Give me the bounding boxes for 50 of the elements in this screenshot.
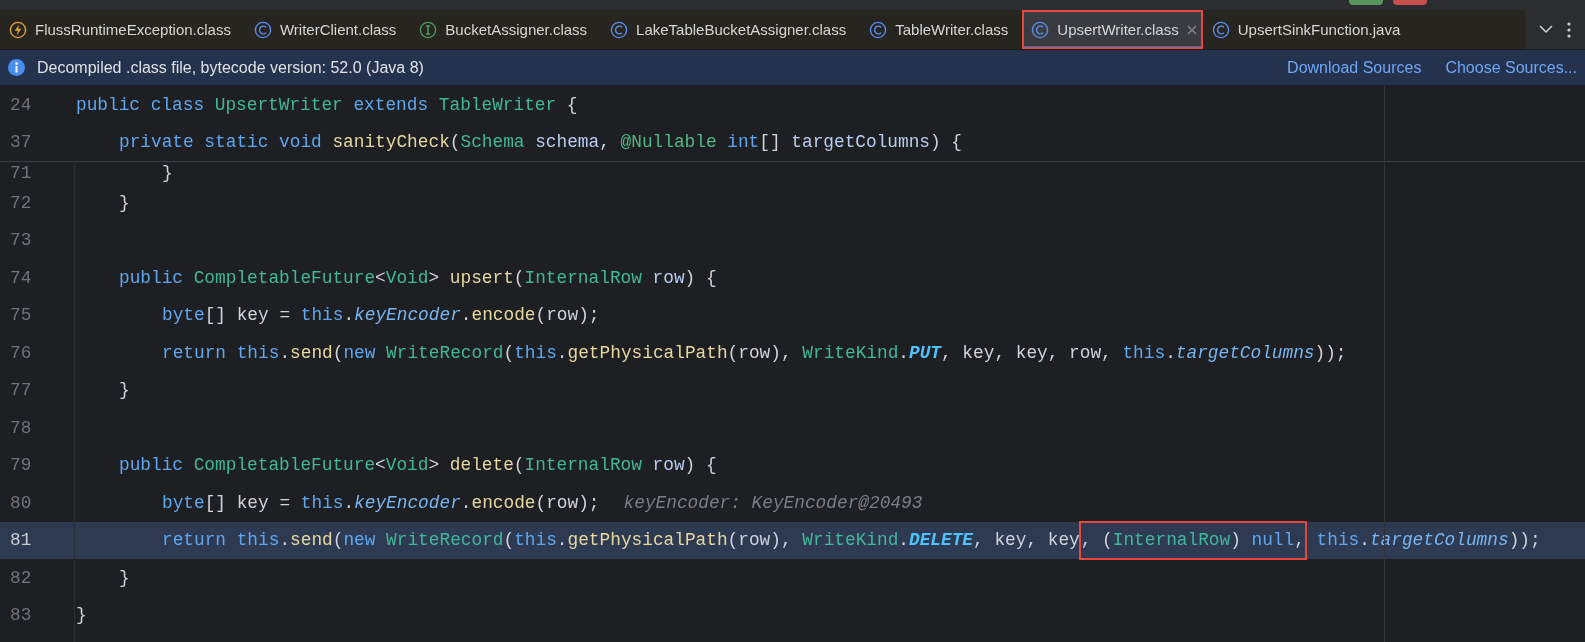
interface-icon xyxy=(419,20,438,39)
close-icon xyxy=(1186,24,1197,35)
line-number: 77 xyxy=(9,380,33,401)
code-line: public CompletableFuture<Void> upsert(InternalRow row) { xyxy=(119,266,717,290)
banner-link[interactable]: Download Sources xyxy=(1287,58,1422,77)
chevron-down-icon xyxy=(1539,25,1553,34)
code-line: } xyxy=(119,566,130,590)
line-number: 81 xyxy=(9,530,33,551)
line-number: 74 xyxy=(9,267,33,288)
class-icon xyxy=(253,20,272,39)
class-icon xyxy=(1211,20,1230,39)
info-icon xyxy=(8,59,25,76)
code-line: private static void sanityCheck(Schema schema, @Nullable int[] targetColumns) { xyxy=(119,131,963,155)
line-number: 75 xyxy=(9,305,33,326)
more-icon xyxy=(1567,21,1571,38)
line-number: 80 xyxy=(9,492,33,513)
editor-tab[interactable]: WriterClient.class xyxy=(244,10,411,49)
line-number: 72 xyxy=(9,192,33,213)
code-line: public CompletableFuture<Void> delete(InternalRow row) { xyxy=(119,454,717,478)
line-number: 73 xyxy=(9,230,33,251)
line-number: 71 xyxy=(9,163,33,183)
line-number: 24 xyxy=(9,94,33,115)
banner-message: Decompiled .class file, bytecode version: 52.0 (Java 8) xyxy=(37,58,424,77)
code-line: return this.send(new WriteRecord(this.getPhysicalPath(row), WriteKind.PUT, key, key, row, this.targetColumns)); xyxy=(162,341,1347,365)
lightning-icon xyxy=(9,20,27,39)
code-line: } xyxy=(119,379,130,403)
editor-tab[interactable]: UpsertSinkFunction.java xyxy=(1202,10,1415,49)
line-number: 76 xyxy=(9,342,33,363)
line-number: 78 xyxy=(9,417,33,438)
code-line: } xyxy=(76,604,87,628)
editor-tab[interactable]: FlussRuntimeException.class xyxy=(0,10,245,49)
editor-tab[interactable]: TableWriter.class xyxy=(860,10,1023,49)
code-line: } xyxy=(162,162,173,184)
code-line: byte[] key = this.keyEncoder.encode(row); xyxy=(162,491,600,515)
class-icon xyxy=(610,20,629,39)
code-line: return this.send(new WriteRecord(this.getPhysicalPath(row), WriteKind.DELETE, key, key, (InternalRow) null, this.targetColumns)); xyxy=(162,521,1541,559)
editor-tab[interactable]: BucketAssigner.class xyxy=(410,10,602,49)
editor-tab[interactable]: UpsertWriter.class xyxy=(1022,10,1203,49)
code-line: public class UpsertWriter extends TableWriter { xyxy=(76,93,578,117)
class-icon xyxy=(1031,20,1050,39)
line-number: 82 xyxy=(9,567,33,588)
code-line: } xyxy=(119,191,130,215)
editor-tab[interactable]: LakeTableBucketAssigner.class xyxy=(601,10,861,49)
line-number: 83 xyxy=(9,605,33,626)
class-icon xyxy=(869,20,888,39)
inline-hint: keyEncoder: KeyEncoder@20493 xyxy=(623,492,923,513)
banner-link[interactable]: Choose Sources... xyxy=(1445,58,1577,77)
line-number: 37 xyxy=(9,132,33,153)
code-line: byte[] key = this.keyEncoder.encode(row); xyxy=(162,304,600,328)
line-number: 79 xyxy=(9,455,33,476)
